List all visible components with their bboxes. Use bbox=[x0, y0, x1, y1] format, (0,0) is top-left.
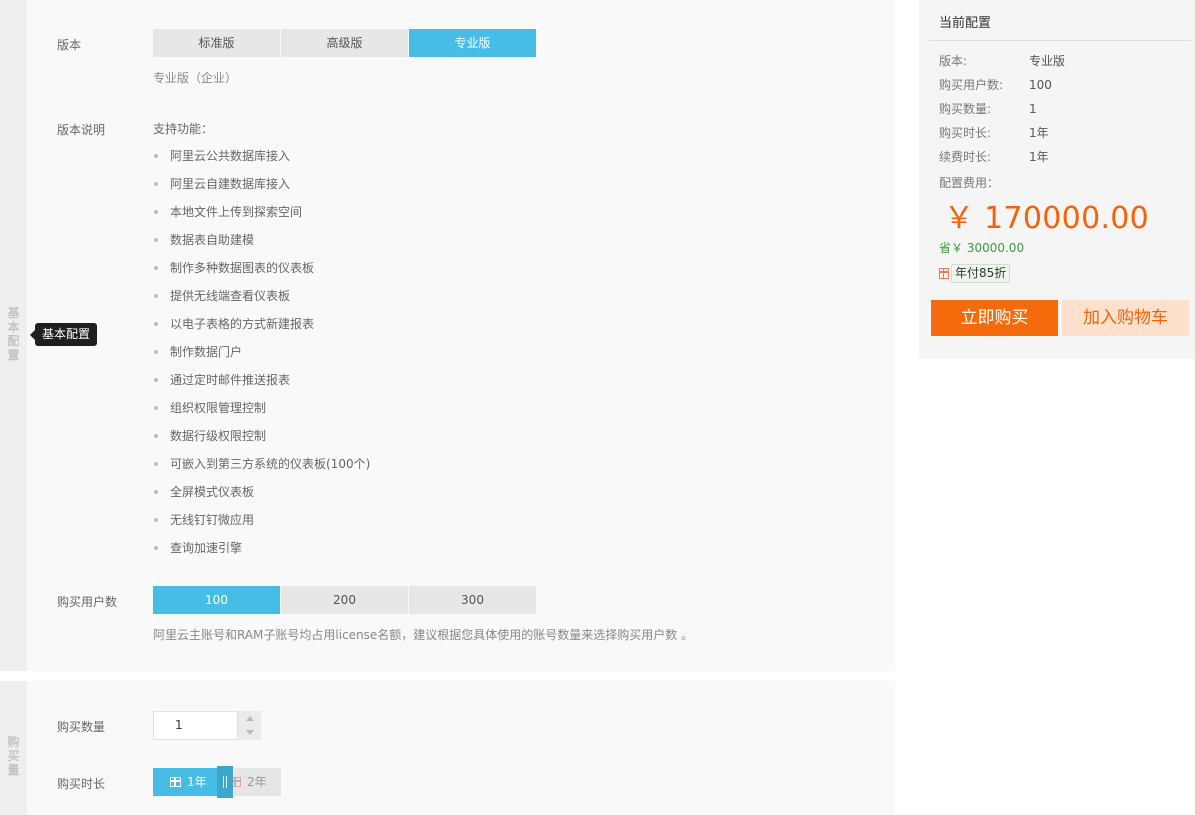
fee-label: 配置费用： bbox=[939, 176, 1000, 190]
version-sub-note: 专业版（企业） bbox=[153, 71, 238, 85]
config-price: ￥ 170000.00 bbox=[944, 201, 1150, 236]
feature-item: 查询加速引擎 bbox=[153, 537, 370, 565]
users-option-100[interactable]: 100 bbox=[153, 586, 280, 614]
summary-value: 1 bbox=[1029, 102, 1037, 116]
feature-item: 数据行级权限控制 bbox=[153, 425, 370, 453]
basic-config-panel bbox=[0, 0, 895, 671]
decrement-button[interactable] bbox=[238, 726, 261, 741]
feature-item: 数据表自助建模 bbox=[153, 229, 370, 257]
version-option-advanced[interactable]: 高级版 bbox=[281, 29, 408, 57]
feature-item: 本地文件上传到探索空间 bbox=[153, 201, 370, 229]
savings-text: 省￥ 30000.00 bbox=[939, 241, 1025, 255]
feature-item: 无线钉钉微应用 bbox=[153, 509, 370, 537]
version-option-pro[interactable]: 专业版 bbox=[409, 29, 536, 57]
duration-option-1-year[interactable]: 1年 bbox=[170, 768, 207, 796]
quantity-input[interactable]: 1 bbox=[153, 711, 238, 740]
feature-item: 通过定时邮件推送报表 bbox=[153, 369, 370, 397]
summary-key: 续费时长: bbox=[939, 150, 992, 164]
summary-key: 购买数量: bbox=[939, 102, 992, 116]
quantity-side-tab-label: 购买量 bbox=[7, 735, 20, 777]
summary-key: 版本: bbox=[939, 54, 968, 68]
buy-now-button[interactable]: 立即购买 bbox=[931, 300, 1058, 336]
discount-badge-wrap: 年付85折 bbox=[939, 264, 1011, 283]
users-option-300[interactable]: 300 bbox=[409, 586, 536, 614]
version-selector: 标准版 高级版 专业版 bbox=[153, 29, 537, 57]
feature-item: 阿里云自建数据库接入 bbox=[153, 173, 370, 201]
feature-item: 全屏模式仪表板 bbox=[153, 481, 370, 509]
summary-value: 100 bbox=[1029, 78, 1052, 92]
basic-config-side-tab-label: 基本配置 bbox=[7, 306, 20, 362]
feature-item: 制作数据门户 bbox=[153, 341, 370, 369]
users-selector: 100 200 300 bbox=[153, 586, 537, 614]
feature-item: 组织权限管理控制 bbox=[153, 397, 370, 425]
duration-option-2-year-label: 2年 bbox=[247, 775, 267, 789]
gift-icon bbox=[170, 777, 181, 787]
version-option-standard[interactable]: 标准版 bbox=[153, 29, 280, 57]
feature-item: 阿里云公共数据库接入 bbox=[153, 145, 370, 173]
chevron-down-icon bbox=[245, 730, 254, 736]
summary-row-count: 购买数量: 1 bbox=[939, 99, 1037, 119]
duration-slider[interactable]: 1年 2年 bbox=[153, 766, 281, 798]
users-label: 购买用户数 bbox=[57, 595, 118, 609]
summary-row-duration: 购买时长: 1年 bbox=[939, 123, 1049, 143]
summary-divider bbox=[929, 40, 1191, 41]
version-label: 版本 bbox=[57, 38, 82, 52]
quantity-panel bbox=[0, 681, 895, 815]
feature-item: 制作多种数据图表的仪表板 bbox=[153, 257, 370, 285]
summary-value: 1年 bbox=[1029, 126, 1049, 140]
version-desc-label: 版本说明 bbox=[57, 123, 106, 137]
stepper-buttons bbox=[238, 711, 261, 740]
users-note: 阿里云主账号和RAM子账号均占用license名额，建议根据您具体使用的账号数量… bbox=[153, 628, 694, 642]
summary-key: 购买用户数: bbox=[939, 78, 1004, 92]
basic-config-tooltip: 基本配置 bbox=[29, 323, 98, 346]
feature-item: 提供无线端查看仪表板 bbox=[153, 285, 370, 313]
slider-handle[interactable] bbox=[217, 766, 233, 798]
duration-label: 购买时长 bbox=[57, 777, 106, 791]
feature-item: 可嵌入到第三方系统的仪表板(100个) bbox=[153, 453, 370, 481]
summary-row-version: 版本: 专业版 bbox=[939, 51, 1065, 71]
summary-key: 购买时长: bbox=[939, 126, 992, 140]
summary-row-renewal: 续费时长: 1年 bbox=[939, 147, 1049, 167]
current-config-summary: 当前配置 版本: 专业版 购买用户数: 100 购买数量: 1 购买时长: 1年… bbox=[919, 0, 1195, 359]
duration-option-2-year[interactable]: 2年 bbox=[230, 768, 267, 796]
users-option-200[interactable]: 200 bbox=[281, 586, 408, 614]
count-label: 购买数量 bbox=[57, 720, 106, 734]
quantity-stepper: 1 bbox=[153, 711, 261, 740]
add-to-cart-button[interactable]: 加入购物车 bbox=[1062, 300, 1189, 336]
summary-title: 当前配置 bbox=[939, 16, 992, 31]
summary-value: 专业版 bbox=[1029, 54, 1066, 68]
duration-option-1-year-label: 1年 bbox=[187, 775, 207, 789]
chevron-up-icon bbox=[245, 715, 254, 721]
feature-list: 阿里云公共数据库接入 阿里云自建数据库接入 本地文件上传到探索空间 数据表自助建模 制作… bbox=[153, 145, 370, 565]
summary-value: 1年 bbox=[1029, 150, 1049, 164]
increment-button[interactable] bbox=[238, 711, 261, 726]
discount-badge: 年付85折 bbox=[951, 264, 1011, 283]
feature-item: 以电子表格的方式新建报表 bbox=[153, 313, 370, 341]
gift-icon bbox=[939, 268, 949, 279]
summary-row-users: 购买用户数: 100 bbox=[939, 75, 1052, 95]
features-heading: 支持功能： bbox=[153, 122, 214, 136]
